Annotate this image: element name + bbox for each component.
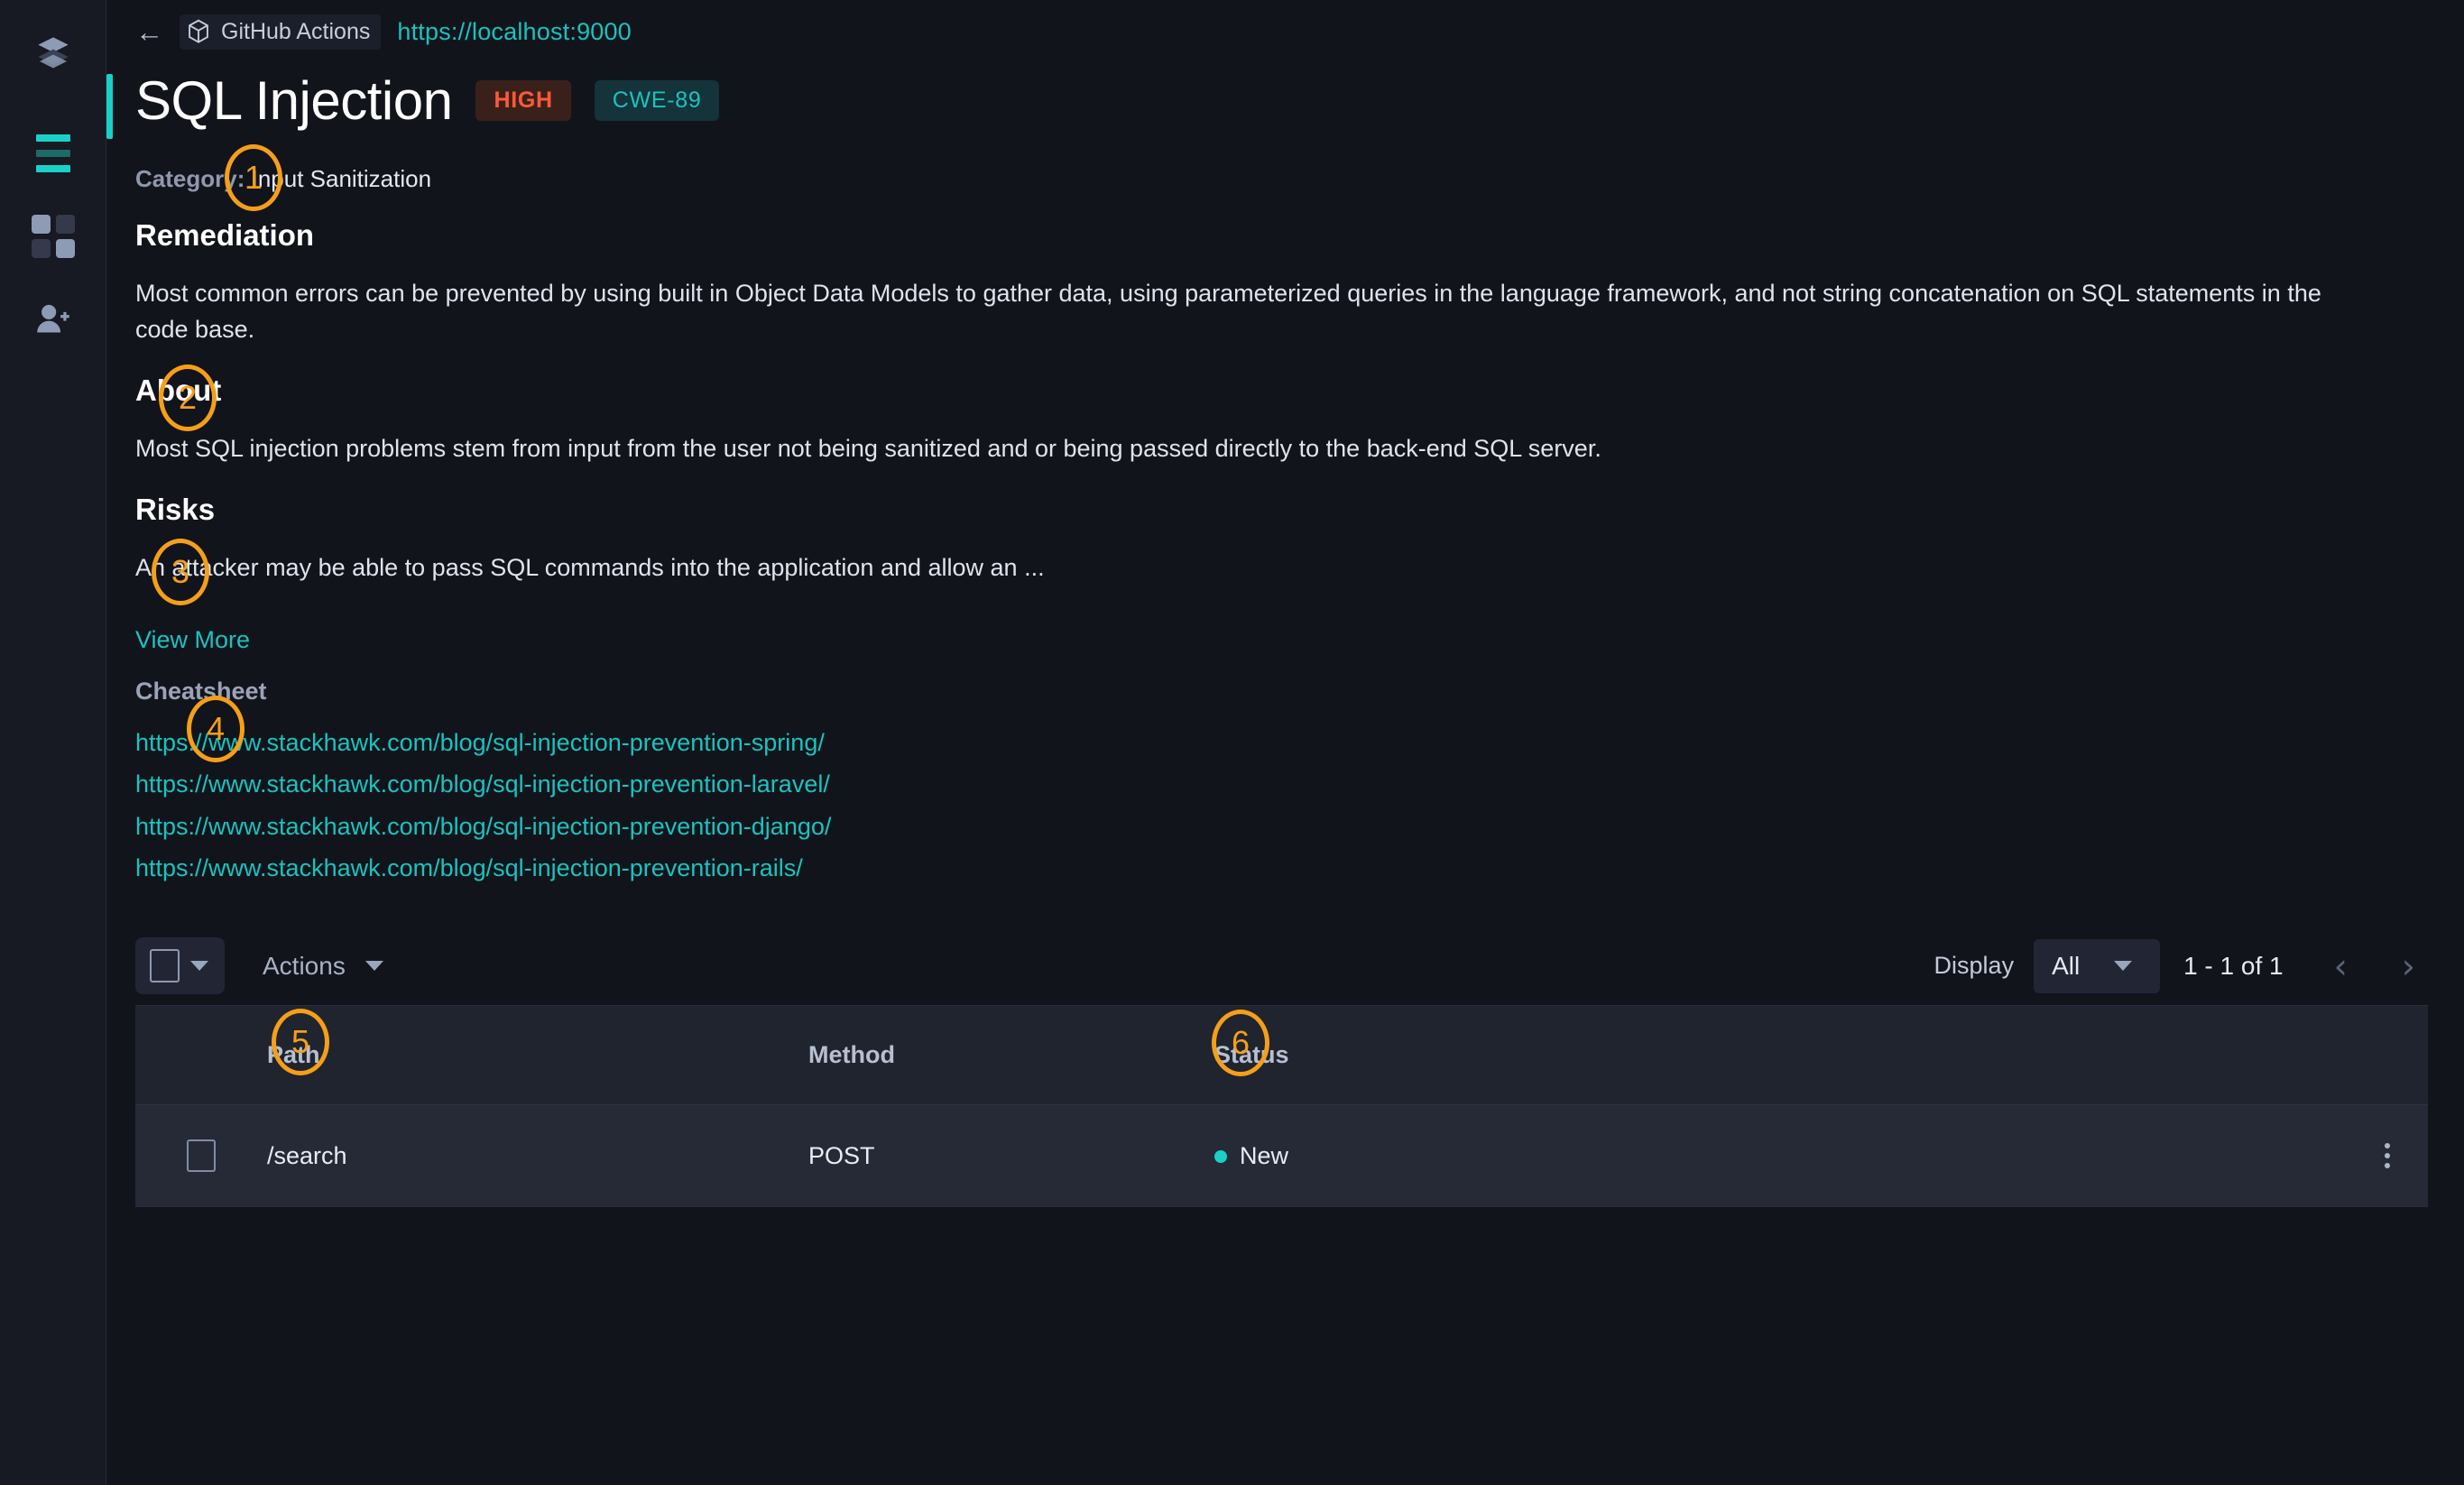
layers-icon [35,34,71,70]
risks-heading-row: Risks [135,467,2428,527]
breadcrumb-label: GitHub Actions [221,18,371,44]
cheatsheet-link[interactable]: https://www.stackhawk.com/blog/sql-injec… [135,806,2428,847]
risks-body: An attacker may be able to pass SQL comm… [135,553,1045,581]
display-label: Display [1933,952,2015,980]
about-body: Most SQL injection problems stem from in… [135,434,1601,462]
sidebar-item-layers[interactable] [22,20,85,85]
column-header-method[interactable]: Method [808,1041,1214,1069]
cwe-badge[interactable]: CWE-89 [594,80,720,121]
dashboard-icon [31,215,75,258]
row-checkbox[interactable] [187,1139,216,1173]
actions-dropdown[interactable]: Actions [263,952,383,981]
pagination-controls: ‹ › [2334,949,2415,983]
select-all-checkbox[interactable] [150,949,180,983]
view-more-link[interactable]: View More [135,626,250,654]
cheatsheet-link[interactable]: https://www.stackhawk.com/blog/sql-injec… [135,847,2428,889]
cheatsheet-link[interactable]: https://www.stackhawk.com/blog/sql-injec… [135,722,2428,763]
pagination-range: 1 - 1 of 1 [2183,951,2284,980]
about-heading-row: About [135,348,2428,408]
cell-path: /search [267,1141,347,1169]
remediation-heading: Remediation [135,218,315,252]
row-menu-cell [2347,1143,2428,1169]
sidebar-item-add-user[interactable] [22,287,85,352]
remediation-heading-row: Remediation [135,193,2428,253]
app-root: ← GitHub Actions https://localhost:9000 … [0,0,2464,1485]
risks-heading: Risks [135,492,216,526]
back-button[interactable]: ← [135,18,163,46]
status-dot-icon [1214,1150,1227,1164]
chevron-down-icon [190,961,208,972]
topbar: ← GitHub Actions https://localhost:9000 [106,0,2464,51]
display-count-dropdown[interactable]: All [2034,938,2161,993]
breadcrumb[interactable]: GitHub Actions [180,14,382,50]
cheatsheet-link[interactable]: https://www.stackhawk.com/blog/sql-injec… [135,763,2428,805]
column-header-path[interactable]: Path [267,1041,808,1069]
findings-table: Path Method Status /search POST New [135,1004,2428,1207]
cube-icon [187,19,210,44]
sidebar-item-menu[interactable] [22,121,85,186]
cell-method: POST [808,1141,875,1169]
prev-page-icon[interactable]: ‹ [2334,949,2348,983]
category-value: Input Sanitization [251,165,432,192]
about-heading: About [135,373,222,407]
table-toolbar: Actions Display All 1 - 1 of 1 ‹ › [135,927,2428,1005]
title-accent-bar [106,74,113,139]
page-title-block: SQL Injection HIGH CWE-89 [106,70,2464,139]
main-content: ← GitHub Actions https://localhost:9000 … [106,0,2464,1485]
chevron-down-icon [2114,961,2133,972]
actions-label: Actions [263,951,346,980]
menu-icon [35,134,70,172]
table-row[interactable]: /search POST New [135,1103,2428,1207]
remediation-body: Most common errors can be prevented by u… [135,280,2321,343]
sidebar-item-dashboard[interactable] [22,204,85,269]
status-label: New [1240,1141,1289,1169]
sidebar [0,0,106,1485]
select-all-dropdown[interactable] [135,937,225,995]
kebab-menu-icon[interactable] [2385,1143,2390,1169]
detail-content: Category: Input Sanitization Remediation… [106,165,2464,1207]
category-line: Category: Input Sanitization [135,165,2428,193]
next-page-icon[interactable]: › [2402,949,2415,983]
display-count-value: All [2052,951,2081,980]
cell-status: New [1214,1142,2347,1170]
chevron-down-icon [365,961,383,972]
category-label: Category: [135,165,245,192]
severity-badge: HIGH [475,80,571,121]
cheatsheet-links: https://www.stackhawk.com/blog/sql-injec… [135,722,2428,890]
cheatsheet-heading: Cheatsheet [135,677,267,705]
page-title: SQL Injection [135,70,453,131]
target-url[interactable]: https://localhost:9000 [397,18,632,46]
table-header-row: Path Method Status [135,1004,2428,1104]
add-user-icon [34,301,72,337]
column-header-status[interactable]: Status [1214,1041,2347,1069]
row-select-cell [135,1139,267,1173]
